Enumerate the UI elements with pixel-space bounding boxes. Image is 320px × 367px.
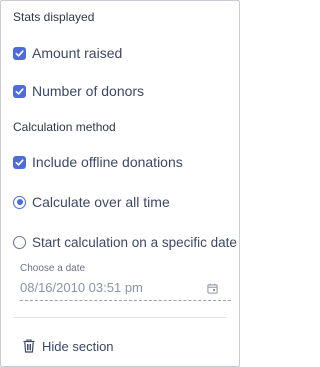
amount-raised-option[interactable]: Amount raised: [13, 45, 122, 61]
checkmark-icon: [15, 158, 24, 166]
include-offline-label[interactable]: Include offline donations: [32, 154, 183, 170]
number-of-donors-option[interactable]: Number of donors: [13, 83, 144, 99]
hide-section-button[interactable]: Hide section: [23, 337, 114, 355]
all-time-radio[interactable]: [13, 195, 26, 209]
stats-displayed-heading: Stats displayed: [13, 10, 95, 24]
number-of-donors-label[interactable]: Number of donors: [32, 83, 144, 99]
stats-settings-panel: Stats displayed Amount raised Number of …: [0, 0, 240, 367]
date-input[interactable]: 08/16/2010 03:51 pm: [20, 280, 231, 301]
checkmark-icon: [15, 87, 24, 95]
calculation-method-heading: Calculation method: [13, 120, 116, 134]
calendar-icon[interactable]: [207, 283, 218, 294]
include-offline-option[interactable]: Include offline donations: [13, 154, 183, 170]
trash-icon: [23, 339, 35, 353]
number-of-donors-checkbox[interactable]: [13, 84, 26, 98]
specific-date-label[interactable]: Start calculation on a specific date: [32, 235, 237, 250]
section-divider: [13, 317, 227, 318]
choose-date-label: Choose a date: [20, 263, 86, 274]
amount-raised-label[interactable]: Amount raised: [32, 45, 122, 61]
include-offline-checkbox[interactable]: [13, 155, 26, 169]
checkmark-icon: [15, 49, 24, 57]
hide-section-label[interactable]: Hide section: [42, 339, 114, 354]
date-input-value[interactable]: 08/16/2010 03:51 pm: [20, 280, 143, 295]
specific-date-radio[interactable]: [13, 235, 26, 249]
amount-raised-checkbox[interactable]: [13, 46, 26, 60]
all-time-label[interactable]: Calculate over all time: [32, 194, 170, 210]
specific-date-option[interactable]: Start calculation on a specific date: [13, 234, 237, 250]
all-time-option[interactable]: Calculate over all time: [13, 194, 170, 210]
